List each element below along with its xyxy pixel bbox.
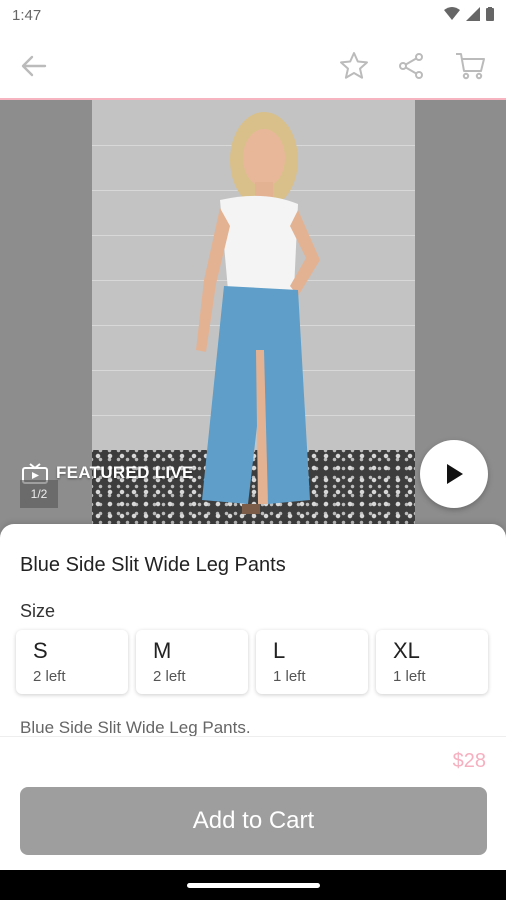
share-button[interactable] (391, 46, 431, 86)
play-icon (447, 464, 463, 484)
top-app-bar (0, 32, 506, 100)
product-media[interactable]: FEATURED LIVE 1/2 (0, 100, 506, 540)
battery-icon (486, 7, 494, 21)
wifi-icon (444, 7, 460, 20)
size-stock: 2 left (33, 668, 66, 685)
add-to-cart-button[interactable]: Add to Cart (20, 787, 487, 855)
cart-icon (456, 53, 485, 80)
status-icons (444, 7, 494, 21)
size-name: L (273, 638, 286, 663)
play-button[interactable] (420, 440, 488, 508)
featured-live-label: FEATURED LIVE (56, 463, 194, 482)
back-button[interactable] (14, 46, 54, 86)
signal-icon (466, 7, 480, 21)
size-stock: 1 left (393, 668, 426, 685)
product-sheet: Blue Side Slit Wide Leg Pants Size S 2 l… (0, 524, 506, 870)
size-stock: 1 left (273, 668, 306, 685)
status-bar: 1:47 (0, 0, 506, 32)
divider (0, 736, 506, 737)
product-price: $28 (452, 750, 486, 772)
size-selector: S 2 left M 2 left L 1 left XL 1 left (16, 630, 488, 694)
size-name: M (153, 638, 172, 663)
size-option-xl[interactable]: XL 1 left (376, 630, 488, 694)
favorite-button[interactable] (334, 46, 374, 86)
product-title: Blue Side Slit Wide Leg Pants (20, 554, 286, 576)
home-gesture-pill[interactable] (187, 883, 320, 888)
size-name: S (33, 638, 48, 663)
image-counter: 1/2 (20, 480, 58, 508)
size-stock: 2 left (153, 668, 186, 685)
product-description: Blue Side Slit Wide Leg Pants. (20, 718, 251, 736)
size-option-m[interactable]: M 2 left (136, 630, 248, 694)
size-option-s[interactable]: S 2 left (16, 630, 128, 694)
system-nav-bar (0, 870, 506, 900)
star-icon (340, 52, 368, 79)
size-label: Size (20, 601, 56, 621)
cart-button[interactable] (450, 46, 490, 86)
status-time: 1:47 (12, 7, 42, 24)
size-name: XL (393, 638, 420, 663)
size-option-l[interactable]: L 1 left (256, 630, 368, 694)
back-arrow-icon (21, 55, 47, 77)
share-icon (399, 53, 423, 79)
